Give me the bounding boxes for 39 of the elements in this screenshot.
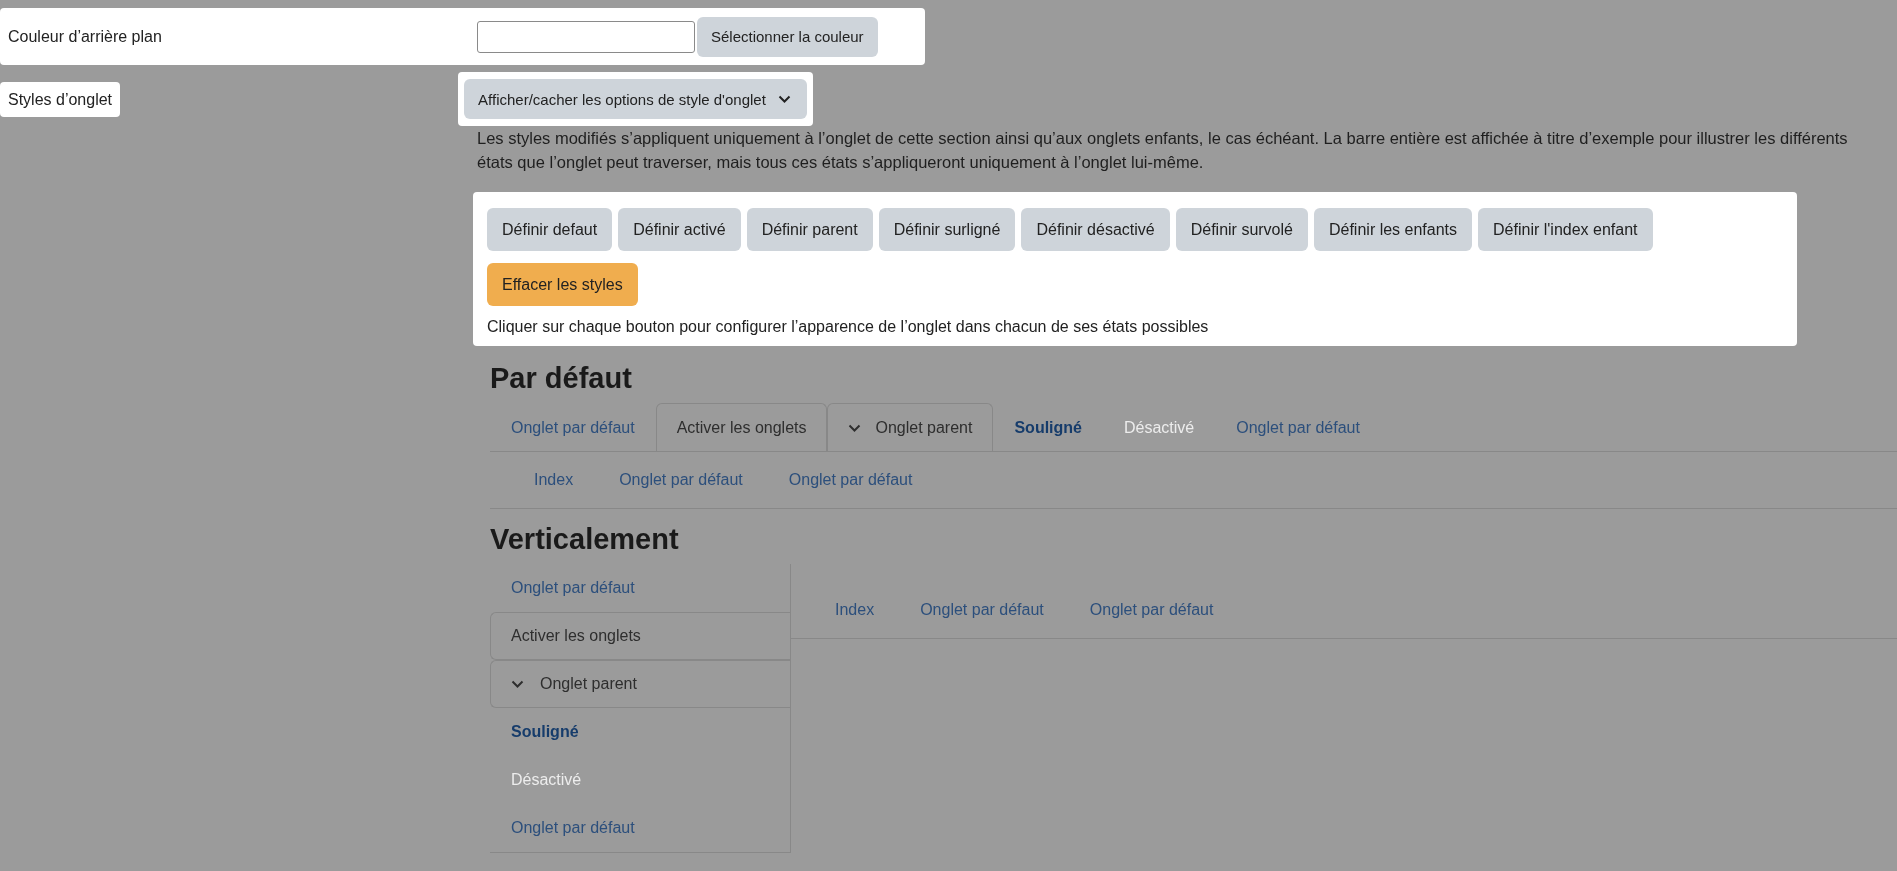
subtab[interactable]: Onglet par défaut: [619, 471, 743, 489]
field-label: Couleur d’arrière plan: [8, 27, 163, 46]
hint-text: Cliquer sur chaque bouton pour configurer l’apparence de l’onglet dans chacun de ses états possibles: [487, 318, 1210, 336]
tab[interactable]: Onglet par défaut: [490, 804, 790, 852]
select-color-button[interactable]: Sélectionner la couleur: [697, 16, 878, 57]
clear-styles-button[interactable]: Effacer les styles: [487, 263, 638, 306]
chevron-down-icon: [511, 679, 524, 689]
tab[interactable]: Onglet parent: [827, 403, 994, 452]
color-input-field[interactable]: [477, 20, 695, 53]
tab[interactable]: Activer les onglets: [655, 403, 828, 452]
set-style-button[interactable]: Définir defaut: [487, 208, 613, 251]
chevron-down-icon: [848, 423, 862, 433]
tab[interactable]: Souligné: [993, 403, 1103, 452]
tab[interactable]: Onglet parent: [490, 660, 790, 708]
set-style-button[interactable]: Définir surligné: [878, 208, 1016, 251]
set-style-button[interactable]: Définir activé: [618, 208, 741, 251]
set-style-button[interactable]: Définir l'index enfant: [1478, 208, 1653, 251]
tab[interactable]: Onglet par défaut: [490, 403, 656, 452]
tab[interactable]: Souligné: [490, 708, 790, 756]
tab-label: Onglet parent: [875, 419, 973, 437]
subtab[interactable]: Index: [835, 601, 875, 619]
set-style-button[interactable]: Définir survolé: [1175, 208, 1308, 251]
section-heading: Verticalement: [490, 523, 680, 556]
subtab[interactable]: Onglet par défaut: [920, 601, 1044, 619]
subtab[interactable]: Onglet par défaut: [1089, 601, 1214, 619]
set-style-button[interactable]: Définir les enfants: [1313, 208, 1473, 251]
description-text: Les styles modifiés s’appliquent uniquement à l’onglet de cette section ainsi qu’aux onglets enfants, le cas échéant. La barre entière est affichée à titre d’exemple pour illustrer les différents états que l’onglet peut traverser, mais tous ces états s’appliqueront uniquement à l’onglet lui-même.: [477, 128, 1849, 173]
set-style-button[interactable]: Définir parent: [746, 208, 873, 251]
field-label: Styles d’onglet: [8, 90, 113, 109]
tab-label: Onglet parent: [540, 675, 637, 693]
subtab[interactable]: Onglet par défaut: [788, 471, 913, 489]
set-style-button[interactable]: Définir désactivé: [1021, 208, 1170, 251]
subtab[interactable]: Index: [534, 471, 574, 489]
toggle-options-button[interactable]: Afficher/cacher les options de style d'onglet: [464, 79, 807, 119]
tab[interactable]: Onglet par défaut: [1215, 403, 1381, 452]
tab[interactable]: Activer les onglets: [490, 612, 790, 660]
tab[interactable]: Onglet par défaut: [490, 564, 790, 612]
section-heading: Par défaut: [490, 362, 633, 395]
chevron-down-icon: [777, 94, 791, 104]
